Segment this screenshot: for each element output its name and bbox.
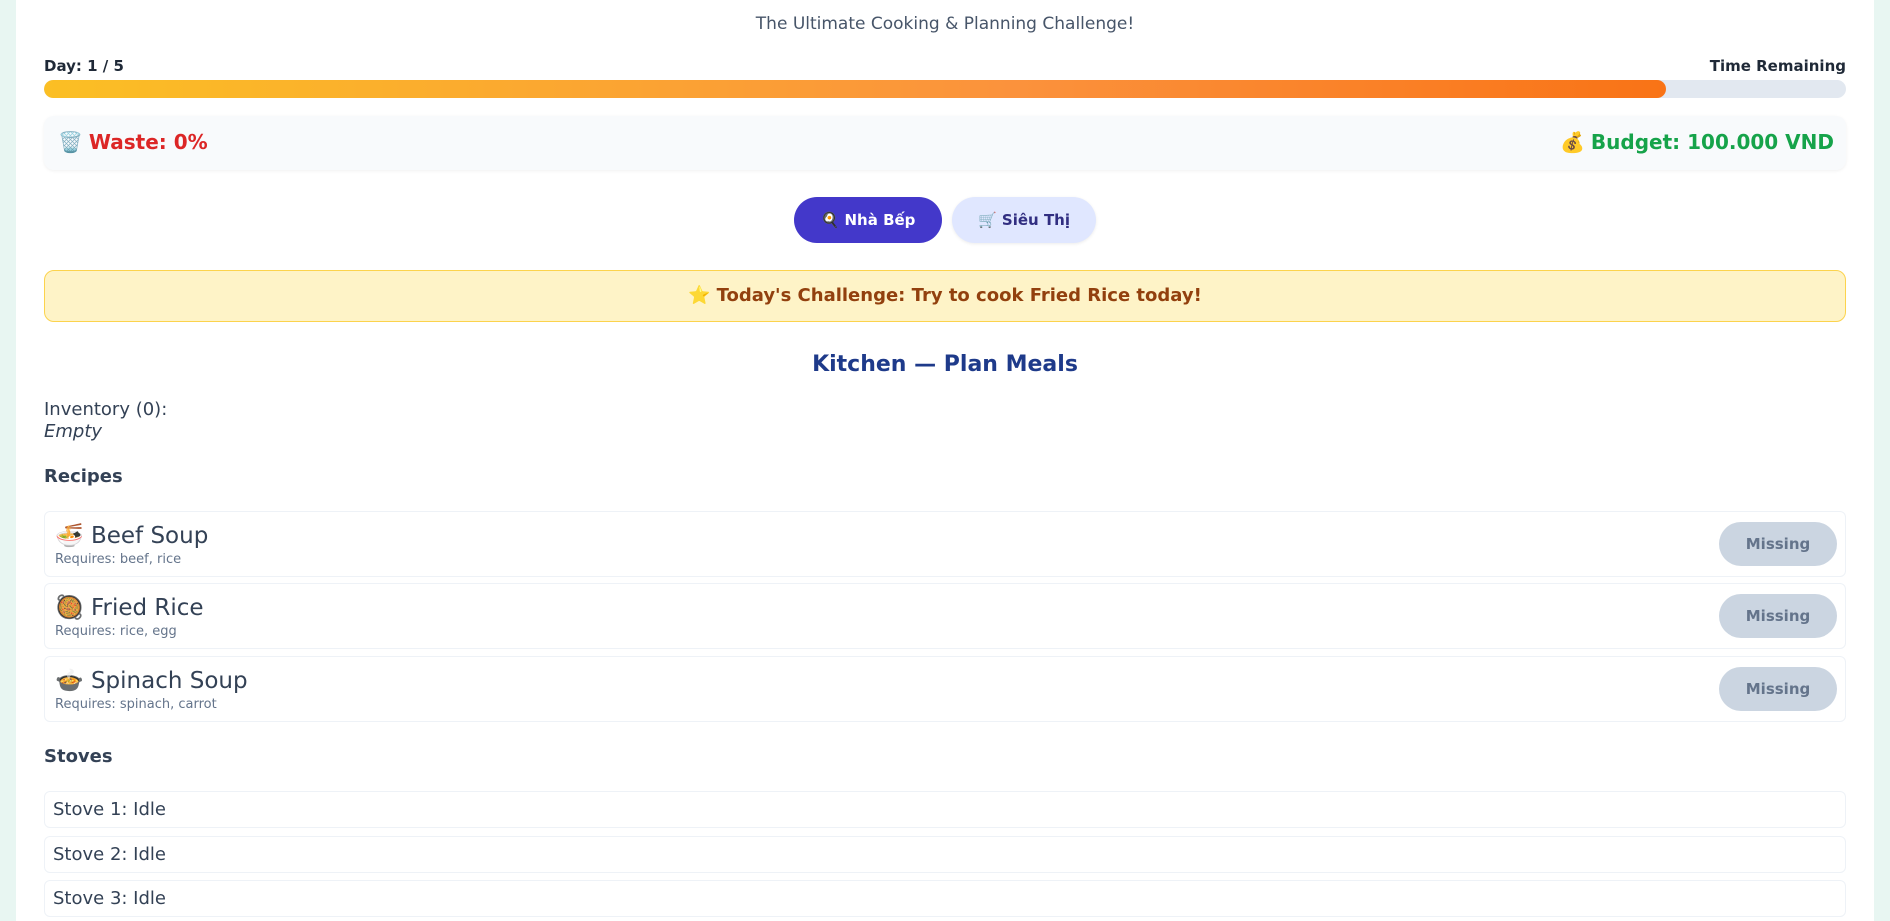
recipe-title: 🍜 Beef Soup [55,522,208,549]
star-icon: ⭐ [688,285,711,306]
waste-text: Waste: 0% [88,130,208,154]
recipe-title: 🥘 Fried Rice [55,594,204,621]
inventory-label: Inventory (0): [44,399,168,420]
recipe-card: 🥘 Fried Rice Requires: rice, egg Missing [44,583,1846,649]
budget-stat: 💰 Budget: 100.000 VND [1560,130,1834,154]
rice-dish-icon: 🥘 [55,595,84,621]
day-counter: Day: 1 / 5 [44,57,124,75]
view-tabs: 🍳 Nhà Bếp 🛒 Siêu Thị [44,197,1846,243]
recipe-name: Beef Soup [90,523,209,549]
recipe-card: 🍜 Beef Soup Requires: beef, rice Missing [44,511,1846,577]
game-subtitle: The Ultimate Cooking & Planning Challeng… [755,14,1135,34]
challenge-text: Today's Challenge: Try to cook Fried Ric… [716,285,1202,306]
time-progress-fill [44,80,1666,98]
recipes-heading: Recipes [44,466,123,487]
money-bag-icon: 💰 [1560,130,1585,154]
stove-slot[interactable]: Stove 2: Idle [44,836,1846,873]
game-content: The Ultimate Cooking & Planning Challeng… [44,0,1846,921]
frying-pan-icon: 🍳 [820,211,840,229]
noodle-bowl-icon: 🍜 [55,523,84,549]
time-remaining-label: Time Remaining [1709,57,1846,75]
daily-challenge-banner: ⭐ Today's Challenge: Try to cook Fried Ri… [44,270,1846,322]
cook-button[interactable]: Missing [1719,594,1837,638]
soup-pot-icon: 🍲 [55,668,84,694]
recipe-requirements: Requires: beef, rice [55,552,182,567]
tab-supermarket[interactable]: 🛒 Siêu Thị [952,197,1096,243]
recipe-name: Spinach Soup [90,668,248,694]
trash-icon: 🗑️ [58,130,83,154]
stove-slot[interactable]: Stove 3: Idle [44,880,1846,917]
recipe-title: 🍲 Spinach Soup [55,667,248,694]
tab-kitchen-label: Nhà Bếp [844,211,916,229]
recipe-card: 🍲 Spinach Soup Requires: spinach, carrot… [44,656,1846,722]
recipe-requirements: Requires: rice, egg [55,624,177,639]
recipe-name: Fried Rice [90,595,204,621]
inventory-empty: Empty [44,421,103,442]
budget-text: Budget: 100.000 VND [1590,130,1834,154]
game-panel: The Ultimate Cooking & Planning Challeng… [16,0,1874,921]
cook-button[interactable]: Missing [1719,522,1837,566]
stats-bar: 🗑️ Waste: 0% 💰 Budget: 100.000 VND [44,116,1846,170]
tab-supermarket-label: Siêu Thị [1001,211,1070,229]
recipe-requirements: Requires: spinach, carrot [55,697,217,712]
stove-slot[interactable]: Stove 1: Idle [44,791,1846,828]
tab-kitchen[interactable]: 🍳 Nhà Bếp [794,197,942,243]
time-progress-bar [44,80,1846,98]
waste-stat: 🗑️ Waste: 0% [58,130,208,154]
stoves-heading: Stoves [44,746,113,767]
kitchen-title: Kitchen — Plan Meals [812,352,1078,377]
cook-button[interactable]: Missing [1719,667,1837,711]
shopping-cart-icon: 🛒 [978,211,997,229]
